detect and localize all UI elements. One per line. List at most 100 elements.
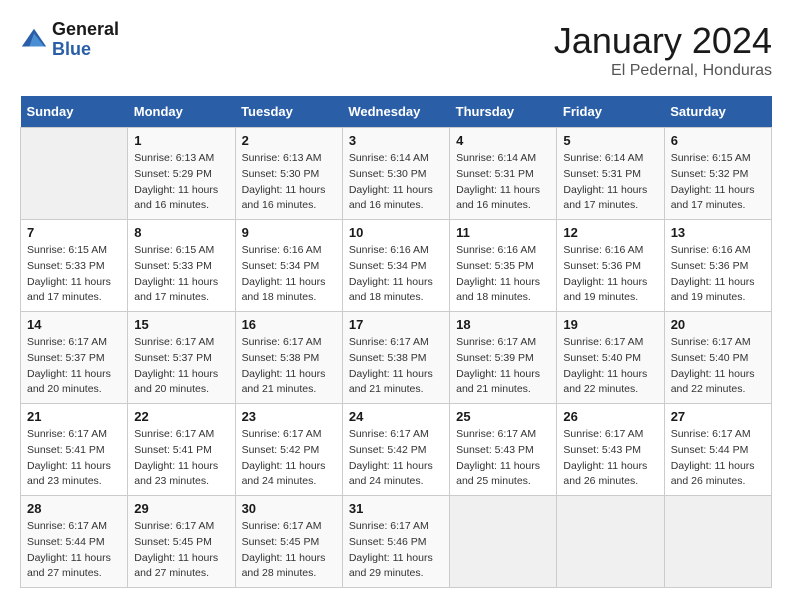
day-info: Sunrise: 6:17 AMSunset: 5:38 PMDaylight:… xyxy=(242,335,336,398)
logo: General Blue xyxy=(20,20,119,60)
header-day-wednesday: Wednesday xyxy=(342,96,449,128)
header-day-saturday: Saturday xyxy=(664,96,771,128)
day-cell: 18 Sunrise: 6:17 AMSunset: 5:39 PMDayligh… xyxy=(450,312,557,404)
day-info: Sunrise: 6:15 AMSunset: 5:33 PMDaylight:… xyxy=(134,243,228,306)
day-number: 17 xyxy=(349,317,443,332)
day-number: 12 xyxy=(563,225,657,240)
day-info: Sunrise: 6:17 AMSunset: 5:45 PMDaylight:… xyxy=(134,519,228,582)
day-number: 28 xyxy=(27,501,121,516)
day-number: 27 xyxy=(671,409,765,424)
day-info: Sunrise: 6:15 AMSunset: 5:32 PMDaylight:… xyxy=(671,151,765,214)
day-number: 18 xyxy=(456,317,550,332)
day-cell: 2Sunrise: 6:13 AMSunset: 5:30 PMDaylight… xyxy=(235,128,342,220)
day-cell: 13 Sunrise: 6:16 AMSunset: 5:36 PMDayligh… xyxy=(664,220,771,312)
day-info: Sunrise: 6:13 AMSunset: 5:29 PMDaylight:… xyxy=(134,151,228,214)
day-info: Sunrise: 6:17 AMSunset: 5:38 PMDaylight:… xyxy=(349,335,443,398)
day-number: 21 xyxy=(27,409,121,424)
day-info: Sunrise: 6:17 AMSunset: 5:43 PMDaylight:… xyxy=(563,427,657,490)
week-row-1: 1 Sunrise: 6:13 AMSunset: 5:29 PMDaylight… xyxy=(21,128,772,220)
main-title: January 2024 xyxy=(554,20,772,62)
day-cell xyxy=(21,128,128,220)
day-info: Sunrise: 6:17 AMSunset: 5:43 PMDaylight:… xyxy=(456,427,550,490)
day-info: Sunrise: 6:17 AMSunset: 5:46 PMDaylight:… xyxy=(349,519,443,582)
day-cell: 31 Sunrise: 6:17 AMSunset: 5:46 PMDayligh… xyxy=(342,496,449,588)
day-info: Sunrise: 6:14 AMSunset: 5:30 PMDaylight:… xyxy=(349,151,443,214)
week-row-4: 21 Sunrise: 6:17 AMSunset: 5:41 PMDayligh… xyxy=(21,404,772,496)
calendar-body: 1 Sunrise: 6:13 AMSunset: 5:29 PMDaylight… xyxy=(21,128,772,588)
calendar-header: SundayMondayTuesdayWednesdayThursdayFrid… xyxy=(21,96,772,128)
day-number: 25 xyxy=(456,409,550,424)
day-info: Sunrise: 6:16 AMSunset: 5:36 PMDaylight:… xyxy=(671,243,765,306)
day-info: Sunrise: 6:17 AMSunset: 5:42 PMDaylight:… xyxy=(242,427,336,490)
day-cell: 26 Sunrise: 6:17 AMSunset: 5:43 PMDayligh… xyxy=(557,404,664,496)
day-cell xyxy=(664,496,771,588)
day-number: 4 xyxy=(456,133,550,148)
logo-line1: General xyxy=(52,20,119,40)
subtitle: El Pedernal, Honduras xyxy=(554,62,772,80)
header-day-thursday: Thursday xyxy=(450,96,557,128)
day-info: Sunrise: 6:17 AMSunset: 5:39 PMDaylight:… xyxy=(456,335,550,398)
day-info: Sunrise: 6:17 AMSunset: 5:42 PMDaylight:… xyxy=(349,427,443,490)
day-cell: 9Sunrise: 6:16 AMSunset: 5:34 PMDaylight… xyxy=(235,220,342,312)
day-info: Sunrise: 6:14 AMSunset: 5:31 PMDaylight:… xyxy=(456,151,550,214)
week-row-2: 7 Sunrise: 6:15 AMSunset: 5:33 PMDaylight… xyxy=(21,220,772,312)
day-cell: 29 Sunrise: 6:17 AMSunset: 5:45 PMDayligh… xyxy=(128,496,235,588)
calendar-table: SundayMondayTuesdayWednesdayThursdayFrid… xyxy=(20,96,772,588)
title-block: January 2024 El Pedernal, Honduras xyxy=(554,20,772,80)
day-cell: 20Sunrise: 6:17 AMSunset: 5:40 PMDayligh… xyxy=(664,312,771,404)
day-cell: 17 Sunrise: 6:17 AMSunset: 5:38 PMDayligh… xyxy=(342,312,449,404)
day-number: 7 xyxy=(27,225,121,240)
day-cell: 7 Sunrise: 6:15 AMSunset: 5:33 PMDaylight… xyxy=(21,220,128,312)
page-header: General Blue January 2024 El Pedernal, H… xyxy=(20,20,772,80)
day-cell: 14 Sunrise: 6:17 AMSunset: 5:37 PMDayligh… xyxy=(21,312,128,404)
day-cell: 24Sunrise: 6:17 AMSunset: 5:42 PMDayligh… xyxy=(342,404,449,496)
day-number: 15 xyxy=(134,317,228,332)
day-info: Sunrise: 6:17 AMSunset: 5:45 PMDaylight:… xyxy=(242,519,336,582)
day-info: Sunrise: 6:17 AMSunset: 5:37 PMDaylight:… xyxy=(134,335,228,398)
day-info: Sunrise: 6:16 AMSunset: 5:34 PMDaylight:… xyxy=(349,243,443,306)
day-cell: 22 Sunrise: 6:17 AMSunset: 5:41 PMDayligh… xyxy=(128,404,235,496)
day-info: Sunrise: 6:16 AMSunset: 5:36 PMDaylight:… xyxy=(563,243,657,306)
day-cell xyxy=(557,496,664,588)
day-number: 26 xyxy=(563,409,657,424)
day-cell: 6 Sunrise: 6:15 AMSunset: 5:32 PMDaylight… xyxy=(664,128,771,220)
week-row-3: 14 Sunrise: 6:17 AMSunset: 5:37 PMDayligh… xyxy=(21,312,772,404)
day-info: Sunrise: 6:17 AMSunset: 5:37 PMDaylight:… xyxy=(27,335,121,398)
day-info: Sunrise: 6:17 AMSunset: 5:40 PMDaylight:… xyxy=(563,335,657,398)
day-cell: 4 Sunrise: 6:14 AMSunset: 5:31 PMDaylight… xyxy=(450,128,557,220)
day-number: 10 xyxy=(349,225,443,240)
day-cell: 12 Sunrise: 6:16 AMSunset: 5:36 PMDayligh… xyxy=(557,220,664,312)
week-row-5: 28Sunrise: 6:17 AMSunset: 5:44 PMDayligh… xyxy=(21,496,772,588)
day-number: 19 xyxy=(563,317,657,332)
day-info: Sunrise: 6:17 AMSunset: 5:41 PMDaylight:… xyxy=(134,427,228,490)
day-cell: 1 Sunrise: 6:13 AMSunset: 5:29 PMDaylight… xyxy=(128,128,235,220)
logo-line2: Blue xyxy=(52,40,119,60)
day-number: 16 xyxy=(242,317,336,332)
day-cell: 30 Sunrise: 6:17 AMSunset: 5:45 PMDayligh… xyxy=(235,496,342,588)
day-info: Sunrise: 6:16 AMSunset: 5:34 PMDaylight:… xyxy=(242,243,336,306)
day-number: 29 xyxy=(134,501,228,516)
day-number: 2 xyxy=(242,133,336,148)
day-number: 11 xyxy=(456,225,550,240)
day-number: 14 xyxy=(27,317,121,332)
day-cell: 28Sunrise: 6:17 AMSunset: 5:44 PMDayligh… xyxy=(21,496,128,588)
day-info: Sunrise: 6:15 AMSunset: 5:33 PMDaylight:… xyxy=(27,243,121,306)
day-info: Sunrise: 6:17 AMSunset: 5:40 PMDaylight:… xyxy=(671,335,765,398)
day-number: 13 xyxy=(671,225,765,240)
day-cell: 25 Sunrise: 6:17 AMSunset: 5:43 PMDayligh… xyxy=(450,404,557,496)
day-number: 31 xyxy=(349,501,443,516)
day-cell: 8 Sunrise: 6:15 AMSunset: 5:33 PMDaylight… xyxy=(128,220,235,312)
day-cell: 11Sunrise: 6:16 AMSunset: 5:35 PMDayligh… xyxy=(450,220,557,312)
day-number: 30 xyxy=(242,501,336,516)
day-number: 8 xyxy=(134,225,228,240)
day-number: 5 xyxy=(563,133,657,148)
day-cell: 5Sunrise: 6:14 AMSunset: 5:31 PMDaylight… xyxy=(557,128,664,220)
day-info: Sunrise: 6:17 AMSunset: 5:41 PMDaylight:… xyxy=(27,427,121,490)
header-day-sunday: Sunday xyxy=(21,96,128,128)
day-number: 23 xyxy=(242,409,336,424)
day-number: 1 xyxy=(134,133,228,148)
day-info: Sunrise: 6:17 AMSunset: 5:44 PMDaylight:… xyxy=(671,427,765,490)
day-number: 6 xyxy=(671,133,765,148)
header-day-tuesday: Tuesday xyxy=(235,96,342,128)
day-number: 22 xyxy=(134,409,228,424)
